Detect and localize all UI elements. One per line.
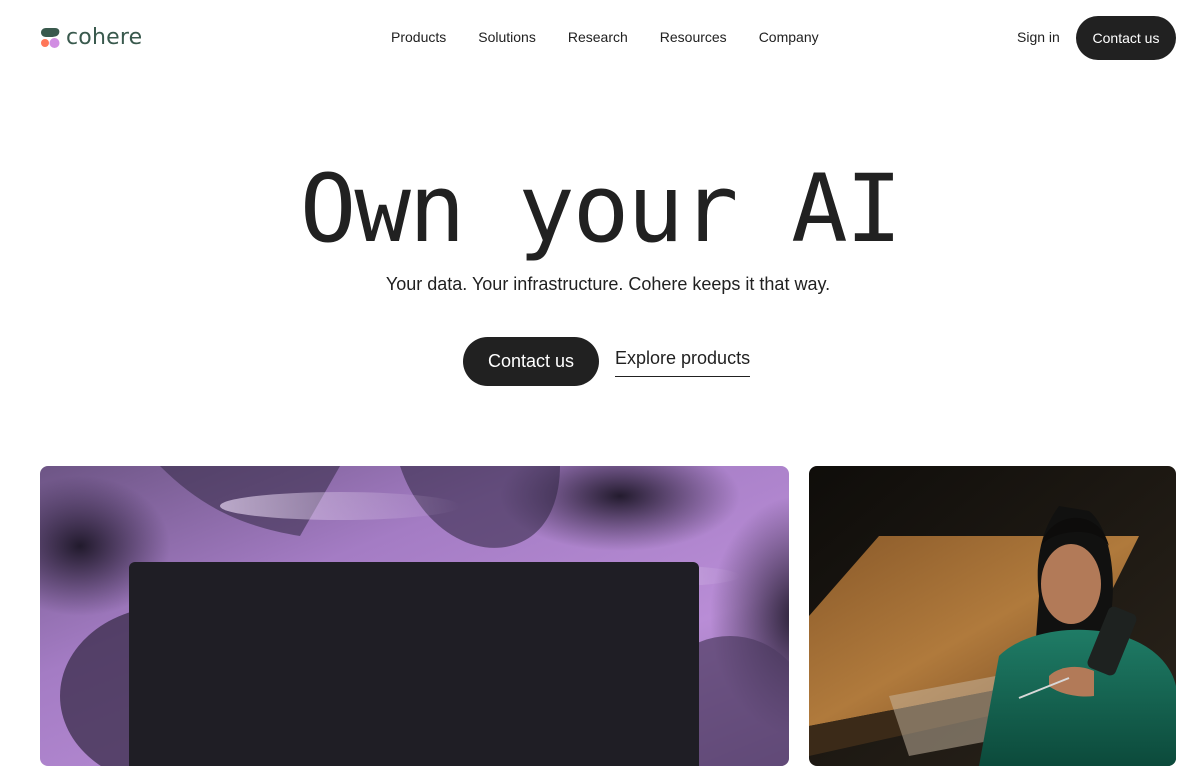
- explore-products-link[interactable]: Explore products: [615, 346, 751, 377]
- woman-on-phone-photo-icon: [809, 466, 1176, 766]
- sign-in-link[interactable]: Sign in: [1017, 27, 1060, 47]
- abstract-purple-product-image-icon: [40, 466, 789, 766]
- woman-on-phone-photo: [809, 466, 1176, 766]
- top-navigation: cohere Products Solutions Research Resou…: [0, 0, 1200, 76]
- hero-title: Own your AI: [299, 155, 903, 264]
- abstract-purple-product-image: [40, 466, 789, 766]
- nav-contact-us-button[interactable]: Contact us: [1076, 16, 1176, 60]
- cohere-logo-mark-icon: [41, 28, 60, 48]
- main-menu: Products Solutions Research Resources Co…: [391, 27, 819, 47]
- nav-company[interactable]: Company: [759, 27, 819, 47]
- nav-products[interactable]: Products: [391, 27, 446, 47]
- nav-solutions[interactable]: Solutions: [478, 27, 536, 47]
- hero-contact-us-button[interactable]: Contact us: [463, 337, 599, 386]
- hero-subtitle: Your data. Your infrastructure. Cohere k…: [385, 274, 831, 294]
- nav-research[interactable]: Research: [568, 27, 628, 47]
- nav-resources[interactable]: Resources: [660, 27, 727, 47]
- cohere-logo[interactable]: cohere: [40, 27, 142, 49]
- cohere-logo-text: cohere: [66, 25, 143, 50]
